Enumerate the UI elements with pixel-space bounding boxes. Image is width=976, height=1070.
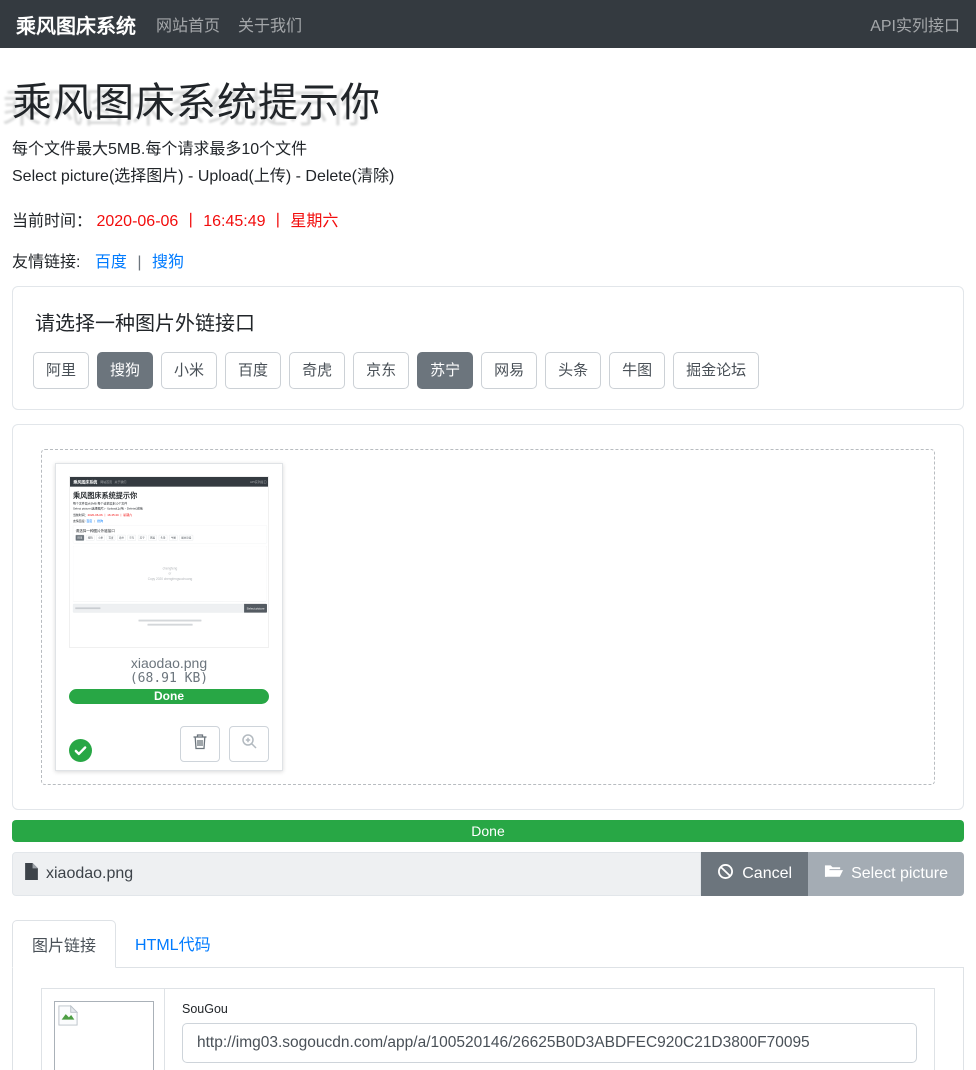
mini-links: 友情链接: 百度 | 搜狗 — [73, 519, 267, 523]
api-button-qihu[interactable]: 奇虎 — [289, 352, 345, 390]
result-tabs: 图片链接 HTML代码 — [12, 920, 964, 968]
mini-nav-api: API实列接口 — [250, 480, 267, 484]
api-button-baidu[interactable]: 百度 — [225, 352, 281, 390]
magnifier-plus-icon — [241, 733, 258, 755]
friend-link-sogou[interactable]: 搜狗 — [152, 254, 184, 271]
current-time-value: 2020-06-06 丨 16:45:49 丨 星期六 — [96, 213, 338, 230]
friend-link-baidu[interactable]: 百度 — [95, 254, 127, 271]
zoom-image-button[interactable] — [229, 726, 269, 762]
preview-filesize: (68.91 KB) — [69, 671, 269, 686]
mini-page: 乘风图床系统 网站首页 关于我们 API实列接口 乘风图床系统提示你 每个文件最… — [70, 477, 269, 648]
nav-item-home[interactable]: 网站首页 — [156, 12, 220, 36]
api-button-xiaomi[interactable]: 小米 — [161, 352, 217, 390]
file-input-group: xiaodao.png Cancel Select picture — [12, 852, 964, 896]
preview-filename: xiaodao.png — [69, 655, 269, 671]
ban-icon — [717, 863, 742, 885]
mini-filebar: Select picture — [73, 604, 267, 613]
mini-dropzone: chengfeng or Copy 2020 chengfengsuchuang — [73, 546, 267, 601]
api-button-netease[interactable]: 网易 — [481, 352, 537, 390]
upload-panel: 乘风图床系统 网站首页 关于我们 API实列接口 乘风图床系统提示你 每个文件最… — [12, 424, 964, 810]
friend-links-separator: | — [137, 254, 141, 271]
current-time-row: 当前时间： 2020-06-06 丨 16:45:49 丨 星期六 — [12, 207, 964, 231]
result-thumb-cell — [42, 989, 165, 1070]
sougou-url-input[interactable] — [182, 1023, 917, 1063]
mini-line2: Select picture(选择图片) - Upload(上传) - Dele… — [73, 506, 267, 510]
page-title: 乘风图床系统提示你 — [12, 70, 964, 128]
select-picture-button[interactable]: Select picture — [808, 852, 964, 896]
cancel-button[interactable]: Cancel — [701, 852, 808, 896]
tab-image-links[interactable]: 图片链接 — [12, 920, 116, 968]
api-button-toutiao[interactable]: 头条 — [545, 352, 601, 390]
nav-item-about[interactable]: 关于我们 — [238, 12, 302, 36]
brand-title: 乘风图床系统 — [16, 10, 136, 39]
result-box: SouGou SuNing — [41, 988, 935, 1070]
friend-links-label: 友情链接: — [12, 254, 80, 271]
mini-time: 当前时间：2020-06-06 丨 16:45:49 丨 星期六 — [73, 513, 267, 517]
api-choice-title: 请选择一种图片外链接口 — [35, 307, 943, 336]
api-button-jd[interactable]: 京东 — [353, 352, 409, 390]
mini-brand: 乘风图床系统 — [73, 479, 97, 485]
file-input-filename: xiaodao.png — [46, 865, 133, 883]
result-panel: SouGou SuNing — [12, 968, 964, 1070]
tab-html-code[interactable]: HTML代码 — [116, 920, 230, 967]
mini-line1: 每个文件最大5MB.每个请求最多10个文件 — [73, 502, 267, 506]
api-button-sogou[interactable]: 搜狗 — [97, 352, 153, 390]
api-button-juejin[interactable]: 掘金论坛 — [673, 352, 759, 390]
result-thumbnail — [54, 1001, 154, 1070]
uploaded-image-thumbnail: 乘风图床系统 网站首页 关于我们 API实列接口 乘风图床系统提示你 每个文件最… — [69, 476, 269, 648]
limit-note: 每个文件最大5MB.每个请求最多10个文件 — [12, 138, 964, 163]
file-icon — [25, 863, 38, 885]
upload-success-check-icon — [69, 739, 92, 762]
result-label-sougou: SouGou — [182, 1002, 917, 1016]
api-button-ali[interactable]: 阿里 — [33, 352, 89, 390]
top-navbar: 乘风图床系统 网站首页 关于我们 API实列接口 — [0, 0, 976, 48]
trash-icon — [192, 733, 208, 755]
mini-nav-about: 关于我们 — [115, 480, 127, 484]
mini-title: 乘风图床系统提示你 — [73, 490, 267, 500]
upload-preview-card: 乘风图床系统 网站首页 关于我们 API实列接口 乘风图床系统提示你 每个文件最… — [55, 463, 283, 771]
current-time-label: 当前时间： — [12, 213, 92, 230]
file-input[interactable]: xiaodao.png — [12, 852, 701, 896]
mini-footer — [73, 619, 267, 627]
usage-note: Select picture(选择图片) - Upload(上传) - Dele… — [12, 165, 964, 190]
api-choice-panel: 请选择一种图片外链接口 阿里 搜狗 小米 百度 奇虎 京东 苏宁 网易 头条 牛… — [12, 286, 964, 411]
preview-progress-bar: Done — [69, 689, 269, 704]
result-url-list: SouGou SuNing — [165, 989, 934, 1070]
delete-image-button[interactable] — [180, 726, 220, 762]
nav-item-api[interactable]: API实列接口 — [870, 12, 960, 36]
upload-dropzone[interactable]: 乘风图床系统 网站首页 关于我们 API实列接口 乘风图床系统提示你 每个文件最… — [41, 449, 935, 785]
api-button-suning[interactable]: 苏宁 — [417, 352, 473, 390]
result-row-sougou: SouGou — [165, 989, 934, 1070]
mini-navbar: 乘风图床系统 网站首页 关于我们 API实列接口 — [70, 477, 269, 487]
friend-links-row: 友情链接: 百度 | 搜狗 — [12, 248, 964, 272]
mini-api-card: 请选择一种图片外链接口 阿里 搜狗 小米 百度 奇虎 京东 苏宁 网易 — [73, 525, 267, 543]
upload-progress-bar: Done — [12, 820, 964, 842]
api-button-niutu[interactable]: 牛图 — [609, 352, 665, 390]
api-button-row: 阿里 搜狗 小米 百度 奇虎 京东 苏宁 网易 头条 牛图 掘金论坛 — [33, 352, 943, 390]
folder-open-icon — [824, 864, 851, 884]
mini-nav-home: 网站首页 — [100, 480, 112, 484]
